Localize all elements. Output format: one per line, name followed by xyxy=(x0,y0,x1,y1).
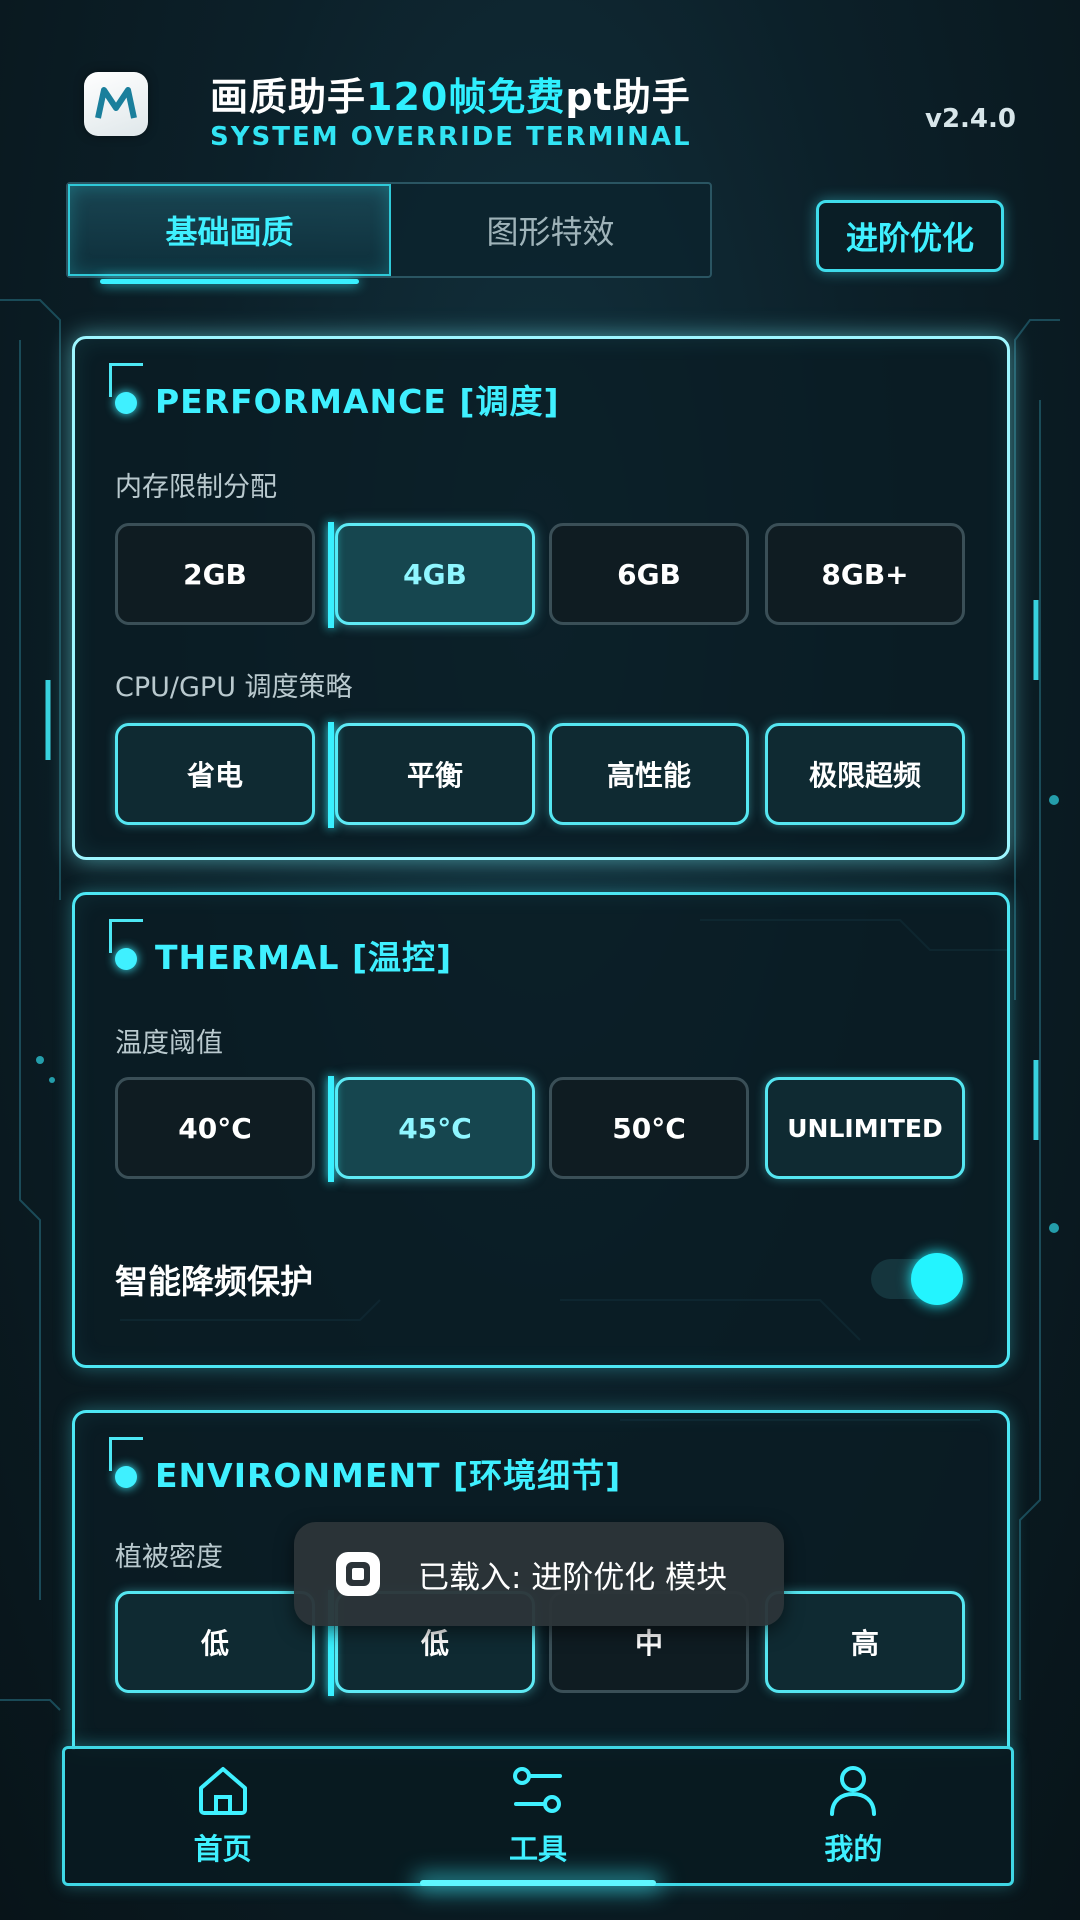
app-badge-icon xyxy=(336,1552,380,1596)
performance-header: PERFORMANCE [调度] xyxy=(109,363,560,423)
memory-option-8gb[interactable]: 8GB+ xyxy=(765,523,965,625)
tab-basic-quality[interactable]: 基础画质 xyxy=(68,184,391,284)
app-logo xyxy=(84,72,148,136)
memory-option-6gb[interactable]: 6GB xyxy=(549,523,749,625)
home-icon xyxy=(198,1767,247,1815)
environment-title: ENVIRONMENT [环境细节] xyxy=(155,1456,622,1495)
memory-options: 2GB 4GB 6GB 8GB+ xyxy=(115,522,985,628)
user-icon xyxy=(830,1766,877,1816)
temperature-threshold-label: 温度阈值 xyxy=(115,1028,223,1059)
version-label: v2.4.0 xyxy=(925,104,1016,134)
performance-panel: PERFORMANCE [调度] 内存限制分配 2GB 4GB 6GB 8GB+… xyxy=(72,336,1010,860)
vegetation-option-low[interactable]: 低 xyxy=(115,1591,315,1693)
temp-option-40[interactable]: 40°C xyxy=(115,1077,315,1179)
vegetation-density-label: 植被密度 xyxy=(115,1542,223,1573)
memory-option-2gb[interactable]: 2GB xyxy=(115,523,315,625)
nav-tools[interactable]: 工具 xyxy=(380,1749,695,1886)
thermal-header: THERMAL [温控] xyxy=(109,919,453,979)
app-subtitle: SYSTEM OVERRIDE TERMINAL xyxy=(210,122,692,152)
temp-option-45[interactable]: 45°C xyxy=(328,1076,535,1182)
performance-title: PERFORMANCE [调度] xyxy=(155,382,560,421)
smart-throttle-label: 智能降频保护 xyxy=(115,1262,313,1301)
nav-profile-label: 我的 xyxy=(824,1832,883,1866)
temp-option-unlimited[interactable]: UNLIMITED xyxy=(765,1077,965,1179)
cpu-option-overclock[interactable]: 极限超频 xyxy=(765,723,965,825)
tools-icon xyxy=(512,1767,562,1813)
advanced-optimize-button[interactable]: 进阶优化 xyxy=(816,200,1004,272)
nav-home-label: 首页 xyxy=(193,1832,252,1866)
temp-option-50[interactable]: 50°C xyxy=(549,1077,749,1179)
corner-bracket xyxy=(109,363,143,397)
toggle-knob xyxy=(911,1253,963,1305)
thermal-panel: THERMAL [温控] 温度阈值 40°C 45°C 50°C UNLIMIT… xyxy=(72,892,1010,1368)
thermal-title: THERMAL [温控] xyxy=(155,938,453,977)
cpu-option-balanced[interactable]: 平衡 xyxy=(328,722,535,828)
toast-text: 已载入: 进阶优化 模块 xyxy=(418,1559,728,1596)
bottom-navigation: 首页 工具 我的 xyxy=(62,1746,1014,1886)
environment-header: ENVIRONMENT [环境细节] xyxy=(109,1437,622,1497)
nav-tools-label: 工具 xyxy=(508,1832,567,1866)
vegetation-option-high[interactable]: 高 xyxy=(765,1591,965,1693)
memory-option-4gb[interactable]: 4GB xyxy=(328,522,535,628)
tab-graphics-effects[interactable]: 图形特效 xyxy=(391,184,710,276)
temperature-options: 40°C 45°C 50°C UNLIMITED xyxy=(115,1076,985,1182)
toast-notification: 已载入: 进阶优化 模块 xyxy=(294,1522,784,1626)
cpu-option-power-save[interactable]: 省电 xyxy=(115,723,315,825)
nav-home[interactable]: 首页 xyxy=(65,1749,380,1883)
tab-bar: 基础画质 图形特效 xyxy=(66,182,712,284)
app-title: 画质助手120帧免费pt助手 xyxy=(210,75,691,119)
corner-bracket xyxy=(109,919,143,953)
memory-label: 内存限制分配 xyxy=(115,472,277,503)
cpu-option-high-performance[interactable]: 高性能 xyxy=(549,723,749,825)
nav-profile[interactable]: 我的 xyxy=(696,1749,1011,1883)
cpu-gpu-label: CPU/GPU 调度策略 xyxy=(115,672,353,703)
smart-throttle-toggle[interactable] xyxy=(871,1253,963,1305)
cpu-gpu-options: 省电 平衡 高性能 极限超频 xyxy=(115,722,985,828)
corner-bracket xyxy=(109,1437,143,1471)
